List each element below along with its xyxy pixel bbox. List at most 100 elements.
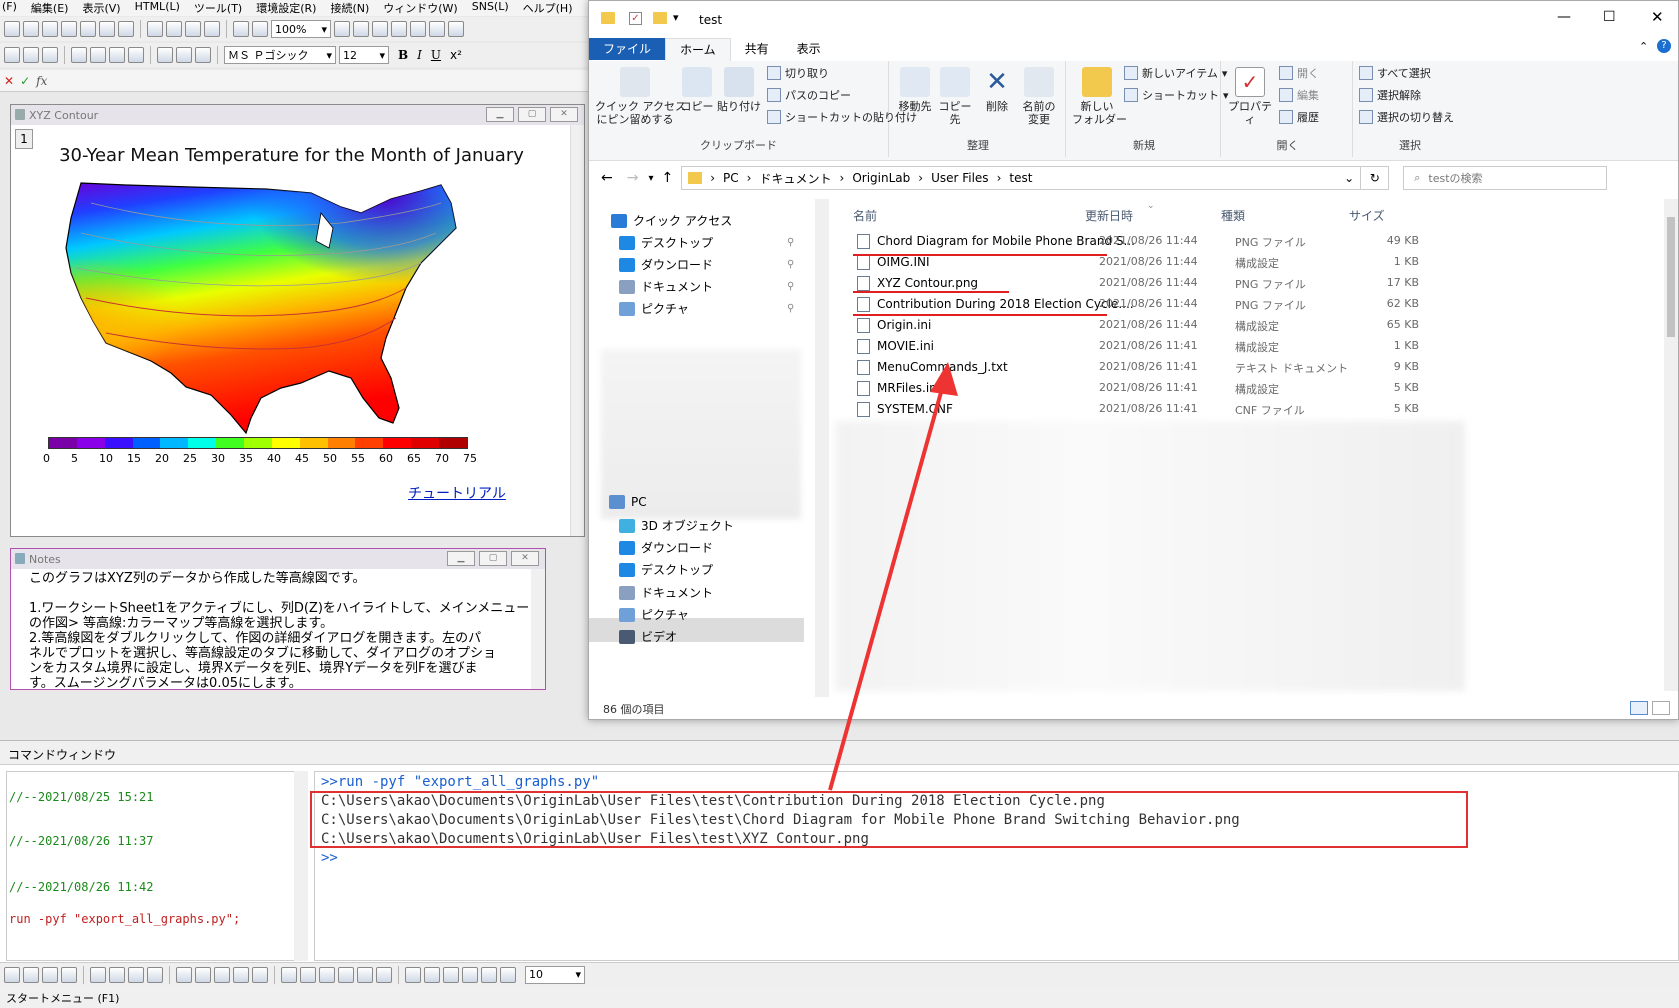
properties-button[interactable]: ✓ プロパティ: [1225, 67, 1275, 126]
cut-button[interactable]: 切り取り: [767, 65, 829, 81]
refresh-icon[interactable]: ↻: [1361, 166, 1390, 190]
file-row[interactable]: Contribution During 2018 Election Cycle.…: [849, 294, 1449, 314]
new-notes-icon[interactable]: [80, 21, 96, 37]
file-list-scrollbar[interactable]: [1664, 199, 1678, 691]
shadow-icon[interactable]: [500, 966, 516, 983]
up-icon[interactable]: ↑: [662, 170, 674, 186]
details-view-icon[interactable]: [1630, 701, 1648, 715]
nav-item[interactable]: ドキュメント: [619, 584, 713, 601]
refresh-icon[interactable]: [372, 21, 388, 37]
file-row[interactable]: SYSTEM.CNF 2021/08/26 11:41 CNF ファイル 5 KB: [849, 399, 1449, 419]
pin-quick-access-button[interactable]: クイック アクセス にピン留めする: [595, 67, 686, 126]
minimize-button[interactable]: ▁: [486, 107, 514, 122]
properties-icon[interactable]: ✓: [629, 12, 642, 25]
merge-icon[interactable]: [195, 966, 211, 983]
column-type[interactable]: 種類: [1221, 207, 1245, 224]
nav-item[interactable]: PC: [609, 495, 647, 509]
nav-item[interactable]: デスクトップ ⚲: [619, 234, 794, 251]
command-window-icon[interactable]: [448, 21, 464, 37]
select-none-button[interactable]: 選択解除: [1359, 87, 1421, 103]
history-entry[interactable]: run -pyf "export_all_graphs.py";: [9, 912, 240, 926]
maximize-button[interactable]: ▢: [518, 107, 546, 122]
ribbon-collapse-icon[interactable]: ⌃: [1639, 40, 1648, 53]
menu-item[interactable]: (F): [2, 0, 17, 16]
maximize-button[interactable]: ☐: [1603, 9, 1616, 25]
font-size-select[interactable]: 12 ▾: [339, 46, 389, 64]
save-template-icon[interactable]: [204, 21, 220, 37]
breadcrumb-user-files[interactable]: User Files: [931, 171, 989, 185]
scatter-tool-icon[interactable]: [23, 966, 39, 983]
new-folder-button[interactable]: 新しい フォルダー: [1072, 67, 1127, 126]
template-icon[interactable]: [176, 966, 192, 983]
graph-page[interactable]: 1 30-Year Mean Temperature for the Month…: [11, 125, 572, 536]
underline-button[interactable]: U: [431, 48, 441, 62]
file-row[interactable]: MOVIE.ini 2021/08/26 11:41 構成設定 1 KB: [849, 336, 1449, 356]
explorer-titlebar[interactable]: ✓ ▾ test — ☐ ✕: [589, 1, 1678, 39]
check-icon[interactable]: ✓: [20, 74, 30, 88]
area-plot-icon[interactable]: [109, 966, 125, 983]
column-name[interactable]: 名前: [853, 207, 877, 224]
nav-item[interactable]: ダウンロード: [619, 539, 713, 556]
maximize-button[interactable]: ▢: [479, 551, 507, 566]
new-layout-icon[interactable]: [99, 21, 115, 37]
new-matrix-icon[interactable]: [42, 21, 58, 37]
arrange-icon[interactable]: [281, 966, 297, 983]
copy-icon[interactable]: [176, 47, 192, 63]
command-prompt[interactable]: >>: [321, 849, 1672, 868]
3d-plot-icon[interactable]: [90, 966, 106, 983]
history-entry[interactable]: //--2021/08/25 15:21: [9, 790, 154, 804]
open-icon[interactable]: [147, 21, 163, 37]
menu-item[interactable]: 編集(E): [31, 0, 69, 16]
box-plot-icon[interactable]: [147, 966, 163, 983]
history-entry[interactable]: //--2021/08/26 11:42: [9, 880, 154, 894]
tab-view[interactable]: 表示: [783, 38, 835, 60]
close-button[interactable]: ✕: [550, 107, 578, 122]
print-icon[interactable]: [334, 21, 350, 37]
breadcrumb-pc[interactable]: PC: [723, 171, 739, 185]
zoom-select[interactable]: 100% ▾: [271, 20, 331, 38]
new-item-button[interactable]: 新しいアイテム ▾: [1124, 65, 1227, 81]
select-all-button[interactable]: すべて選択: [1359, 65, 1431, 81]
invert-selection-button[interactable]: 選択の切り替え: [1359, 109, 1454, 125]
copy-path-button[interactable]: パスのコピー: [767, 87, 851, 103]
duplicate-icon[interactable]: [391, 21, 407, 37]
file-row[interactable]: Origin.ini 2021/08/26 11:44 構成設定 65 KB: [849, 315, 1449, 335]
nav-item[interactable]: クイック アクセス: [611, 212, 732, 229]
tab-share[interactable]: 共有: [731, 38, 783, 60]
edit-button[interactable]: 編集: [1279, 87, 1319, 103]
pin-icon[interactable]: ⚲: [787, 237, 794, 248]
column-date[interactable]: 更新日時: [1085, 207, 1133, 224]
help-icon[interactable]: ?: [1657, 39, 1671, 53]
recent-dropdown-icon[interactable]: ▾: [648, 173, 653, 184]
grid-icon[interactable]: [233, 966, 249, 983]
back-icon[interactable]: [376, 966, 392, 983]
tab-home[interactable]: ホーム: [665, 37, 731, 61]
menu-item[interactable]: HTML(L): [135, 0, 180, 16]
paste-icon[interactable]: [195, 47, 211, 63]
file-row[interactable]: Chord Diagram for Mobile Phone Brand S..…: [849, 231, 1449, 251]
nav-item[interactable]: デスクトップ: [619, 561, 713, 578]
close-button[interactable]: ✕: [511, 551, 539, 566]
rotate-icon[interactable]: [424, 966, 440, 983]
forward-icon[interactable]: →: [627, 170, 639, 186]
table-icon[interactable]: [252, 966, 268, 983]
search-box[interactable]: ⌕ testの検索: [1403, 166, 1608, 190]
minimize-button[interactable]: ▁: [447, 551, 475, 566]
fill-icon[interactable]: [462, 966, 478, 983]
bold-button[interactable]: B: [398, 48, 408, 62]
notes-text[interactable]: このグラフはXYZ列のデータから作成した等高線図です。 1.ワークシートSheet…: [29, 571, 529, 689]
legend-icon[interactable]: [109, 47, 125, 63]
open-template-icon[interactable]: [166, 21, 182, 37]
group-icon[interactable]: [319, 966, 335, 983]
new-workbook-icon[interactable]: [4, 21, 20, 37]
minimize-button[interactable]: —: [1557, 9, 1571, 25]
command-history[interactable]: //--2021/08/25 15:21 //--2021/08/26 11:37…: [6, 771, 308, 961]
layer-tool-icon[interactable]: [214, 966, 230, 983]
large-icons-view-icon[interactable]: [1652, 701, 1670, 715]
notes-scrollbar[interactable]: [531, 569, 545, 689]
pin-icon[interactable]: ⚲: [787, 281, 794, 292]
breadcrumb-test[interactable]: test: [1009, 171, 1032, 185]
polar-plot-icon[interactable]: [128, 966, 144, 983]
file-row[interactable]: MRFiles.ini 2021/08/26 11:41 構成設定 5 KB: [849, 378, 1449, 398]
graph-window[interactable]: XYZ Contour ▁ ▢ ✕ 1 30-Year Mean Tempera…: [10, 104, 585, 537]
